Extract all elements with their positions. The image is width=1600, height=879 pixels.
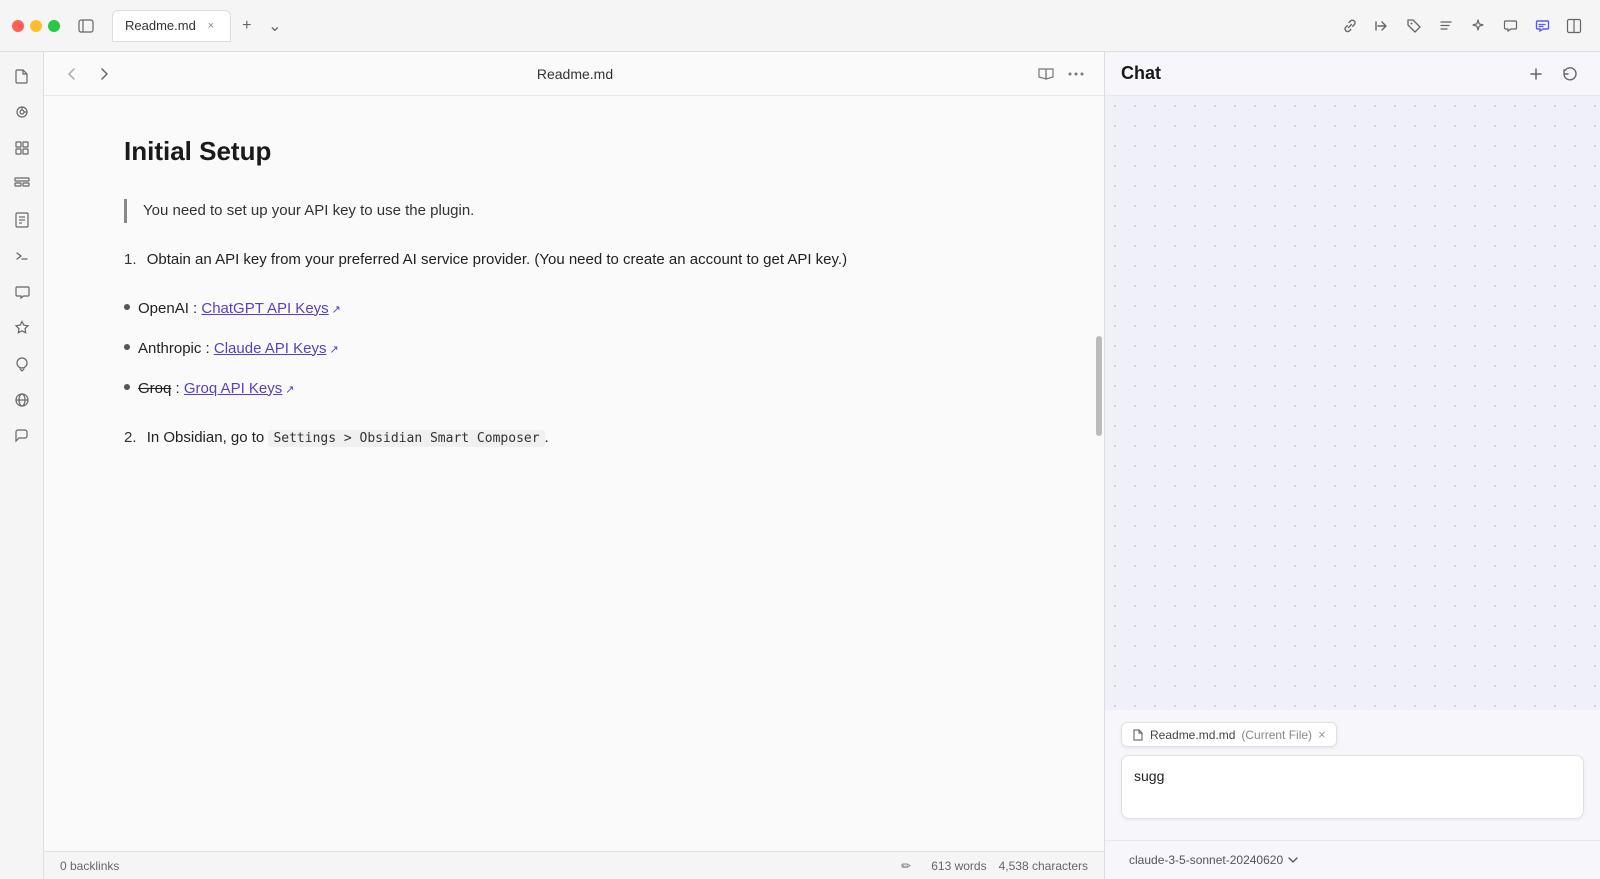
forward-button[interactable] — [92, 62, 116, 86]
chat-footer: claude-3-5-sonnet-20240620 — [1105, 840, 1600, 879]
list-item-1: Obtain an API key from your preferred AI… — [124, 247, 1024, 273]
sidebar-item-starred[interactable] — [6, 312, 38, 344]
new-tab-button[interactable]: + — [235, 14, 259, 38]
minimize-button[interactable] — [30, 20, 42, 32]
backlink-icon[interactable] — [1368, 12, 1396, 40]
link-icon[interactable] — [1336, 12, 1364, 40]
sidebar-item-files[interactable] — [6, 60, 38, 92]
back-button[interactable] — [60, 62, 84, 86]
ordered-list: Obtain an API key from your preferred AI… — [124, 247, 1024, 273]
bullet-item-openai: OpenAI : ChatGPT API Keys↗ — [124, 297, 1024, 321]
sidebar-item-kanban[interactable] — [6, 168, 38, 200]
groq-label: Groq — [138, 380, 171, 397]
openai-label: OpenAI : — [138, 300, 201, 317]
tab-title: Readme.md — [125, 18, 196, 33]
file-tag-name: Readme.md.md — [1150, 728, 1235, 742]
top-toolbar — [1336, 12, 1588, 40]
file-tag-container: Readme.md.md (Current File) × — [1121, 722, 1337, 747]
sidebar-item-graph[interactable] — [6, 96, 38, 128]
traffic-lights — [12, 20, 60, 32]
file-tag: Readme.md.md (Current File) × — [1121, 722, 1584, 755]
tab-bar: Readme.md × + ⌄ — [112, 10, 1328, 42]
anthropic-label: Anthropic : — [138, 340, 214, 357]
title-bar: Readme.md × + ⌄ — [0, 0, 1600, 52]
chatgpt-api-link[interactable]: ChatGPT API Keys — [201, 300, 328, 317]
chat-input-area: Readme.md.md (Current File) × sugg — [1105, 710, 1600, 840]
file-tag-label: (Current File) — [1241, 728, 1312, 742]
sidebar-item-comments[interactable] — [6, 348, 38, 380]
sidebar-item-chat[interactable] — [6, 276, 38, 308]
ext-link-icon-2: ↗ — [329, 342, 338, 360]
scrollbar-thumb[interactable] — [1096, 336, 1102, 436]
layout-icon[interactable] — [1560, 12, 1588, 40]
ext-link-icon-3: ↗ — [285, 382, 294, 400]
doc-heading: Initial Setup — [124, 136, 1024, 167]
model-name: claude-3-5-sonnet-20240620 — [1129, 853, 1283, 867]
left-sidebar — [0, 52, 44, 879]
chat-history-button[interactable] — [1556, 60, 1584, 88]
bullet-list: OpenAI : ChatGPT API Keys↗ Anthropic : C… — [124, 297, 1024, 401]
reading-mode-button[interactable] — [1034, 62, 1058, 86]
active-tab[interactable]: Readme.md × — [112, 10, 231, 42]
model-selector[interactable]: claude-3-5-sonnet-20240620 — [1121, 849, 1307, 871]
bullet-item-anthropic: Anthropic : Claude API Keys↗ — [124, 337, 1024, 361]
sidebar-item-globe[interactable] — [6, 384, 38, 416]
backlinks-count: 0 backlinks — [60, 859, 119, 873]
content-toolbar-right — [1034, 62, 1088, 86]
new-chat-button[interactable] — [1522, 60, 1550, 88]
blockquote: You need to set up your API key to use t… — [124, 199, 1024, 223]
bullet-dot-2 — [124, 344, 130, 350]
sidebar-item-bookmarks[interactable] — [6, 132, 38, 164]
close-button[interactable] — [12, 20, 24, 32]
file-tag-icon — [1132, 729, 1144, 741]
more-options-button[interactable] — [1064, 62, 1088, 86]
chat-title: Chat — [1121, 63, 1522, 84]
list-item-2: In Obsidian, go to Settings > Obsidian S… — [124, 425, 1024, 451]
chat-panel: Chat — [1105, 52, 1600, 879]
chat-panel-icon[interactable] — [1528, 12, 1556, 40]
word-count: 613 words — [931, 859, 986, 873]
ai-icon[interactable] — [1464, 12, 1492, 40]
content-area: Readme.md In — [44, 52, 1104, 879]
char-count: 4,538 characters — [999, 859, 1088, 873]
file-tag-close-button[interactable]: × — [1318, 727, 1326, 742]
inline-code: Settings > Obsidian Smart Composer — [268, 430, 544, 447]
list-item-2-text: In Obsidian, go to — [147, 429, 269, 446]
chat-body — [1105, 96, 1600, 710]
tag-icon[interactable] — [1400, 12, 1428, 40]
claude-api-link[interactable]: Claude API Keys — [214, 340, 327, 357]
edit-icon: ✏ — [901, 859, 911, 873]
model-dropdown-icon — [1287, 854, 1299, 866]
maximize-button[interactable] — [48, 20, 60, 32]
bullet-dot — [124, 304, 130, 310]
document-title: Readme.md — [124, 66, 1026, 82]
tab-close-button[interactable]: × — [204, 19, 218, 33]
chat-header-actions — [1522, 60, 1584, 88]
sidebar-item-speech[interactable] — [6, 420, 38, 452]
comments-icon[interactable] — [1496, 12, 1524, 40]
document-content: Initial Setup You need to set up your AP… — [44, 96, 1104, 851]
chat-header: Chat — [1105, 52, 1600, 96]
bullet-dot-3 — [124, 384, 130, 390]
sidebar-item-pages[interactable] — [6, 204, 38, 236]
status-bar: 0 backlinks ✏ 613 words 4,538 characters — [44, 851, 1104, 879]
chat-input[interactable]: sugg — [1121, 755, 1584, 819]
sidebar-item-terminal[interactable] — [6, 240, 38, 272]
ext-link-icon-1: ↗ — [332, 302, 341, 320]
ordered-list-2: In Obsidian, go to Settings > Obsidian S… — [124, 425, 1024, 451]
content-toolbar: Readme.md — [44, 52, 1104, 96]
outline-icon[interactable] — [1432, 12, 1460, 40]
sidebar-toggle-button[interactable] — [76, 16, 96, 36]
tab-dropdown-button[interactable]: ⌄ — [263, 14, 287, 38]
groq-api-link[interactable]: Groq API Keys — [184, 380, 282, 397]
bullet-item-groq: Groq : Groq API Keys↗ — [124, 377, 1024, 401]
main-layout: Readme.md In — [0, 52, 1600, 879]
